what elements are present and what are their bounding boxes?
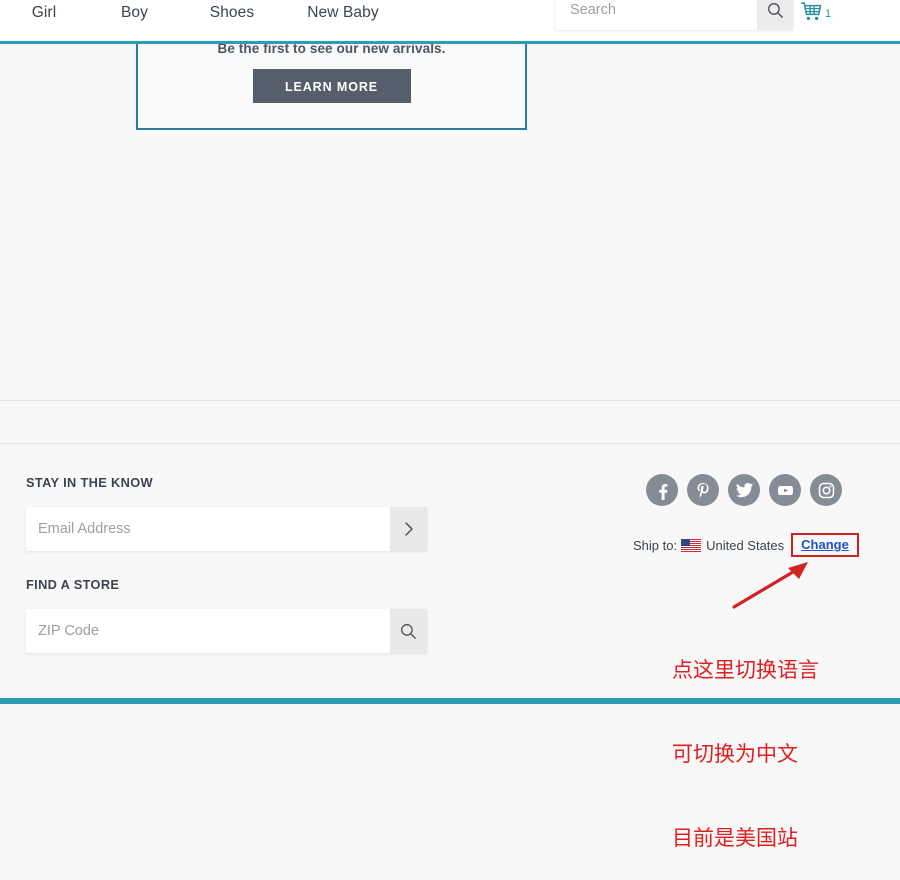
us-flag-svg: [681, 538, 702, 552]
zip-search-button[interactable]: [390, 609, 427, 653]
cart-count-badge: 1: [825, 8, 832, 20]
search-group: [556, 0, 793, 30]
nav-link-shoes[interactable]: Shoes: [181, 2, 283, 22]
site-header: Girl Boy Shoes New Baby 1: [0, 0, 900, 43]
learn-more-button[interactable]: LEARN MORE: [252, 69, 411, 103]
facebook-icon: [658, 483, 667, 500]
ship-to-row: Ship to: United States Change: [633, 533, 859, 557]
annotation-text: 点这里切换语言 可切换为中文 目前是美国站: [672, 600, 819, 880]
youtube-icon: [777, 485, 793, 495]
find-store-heading: FIND A STORE: [26, 577, 120, 592]
instagram-link[interactable]: [810, 474, 842, 506]
search-icon: [401, 623, 416, 639]
search-submit-button[interactable]: [757, 0, 793, 30]
chevron-right-icon: [404, 522, 413, 536]
zip-code-input[interactable]: [26, 609, 390, 653]
ship-to-country: United States: [706, 537, 785, 553]
pinterest-icon: [696, 482, 709, 497]
search-input[interactable]: [556, 0, 757, 30]
facebook-link[interactable]: [646, 474, 678, 506]
annotation-line-1: 点这里切换语言: [672, 658, 819, 682]
newsletter-signup-group: [26, 507, 427, 551]
email-submit-button[interactable]: [390, 507, 427, 551]
content-divider-top: [0, 400, 900, 401]
change-country-link[interactable]: Change: [801, 537, 849, 552]
youtube-link[interactable]: [769, 474, 801, 506]
twitter-link[interactable]: [728, 474, 760, 506]
nav-link-girl[interactable]: Girl: [0, 2, 88, 22]
instagram-icon: [818, 482, 834, 498]
header-accent-rule: [0, 41, 900, 44]
annotation-line-2: 可切换为中文: [672, 742, 798, 766]
email-input[interactable]: [26, 507, 390, 551]
social-links: [646, 474, 842, 506]
newsletter-heading: STAY IN THE KNOW: [26, 475, 153, 490]
annotation-line-3: 目前是美国站: [672, 826, 798, 850]
shopping-cart-icon: [801, 2, 822, 21]
pinterest-link[interactable]: [687, 474, 719, 506]
nav-link-new-baby[interactable]: New Baby: [283, 2, 403, 22]
nav-link-boy[interactable]: Boy: [88, 2, 181, 22]
us-flag-icon: [681, 538, 702, 552]
ship-to-label: Ship to:: [633, 537, 678, 553]
cart-button[interactable]: 1: [800, 1, 831, 23]
search-icon: [767, 2, 783, 18]
change-country-highlight: Change: [791, 533, 859, 557]
primary-navigation: Girl Boy Shoes New Baby: [0, 0, 403, 45]
store-locator-group: [26, 609, 427, 653]
twitter-icon: [735, 482, 753, 497]
